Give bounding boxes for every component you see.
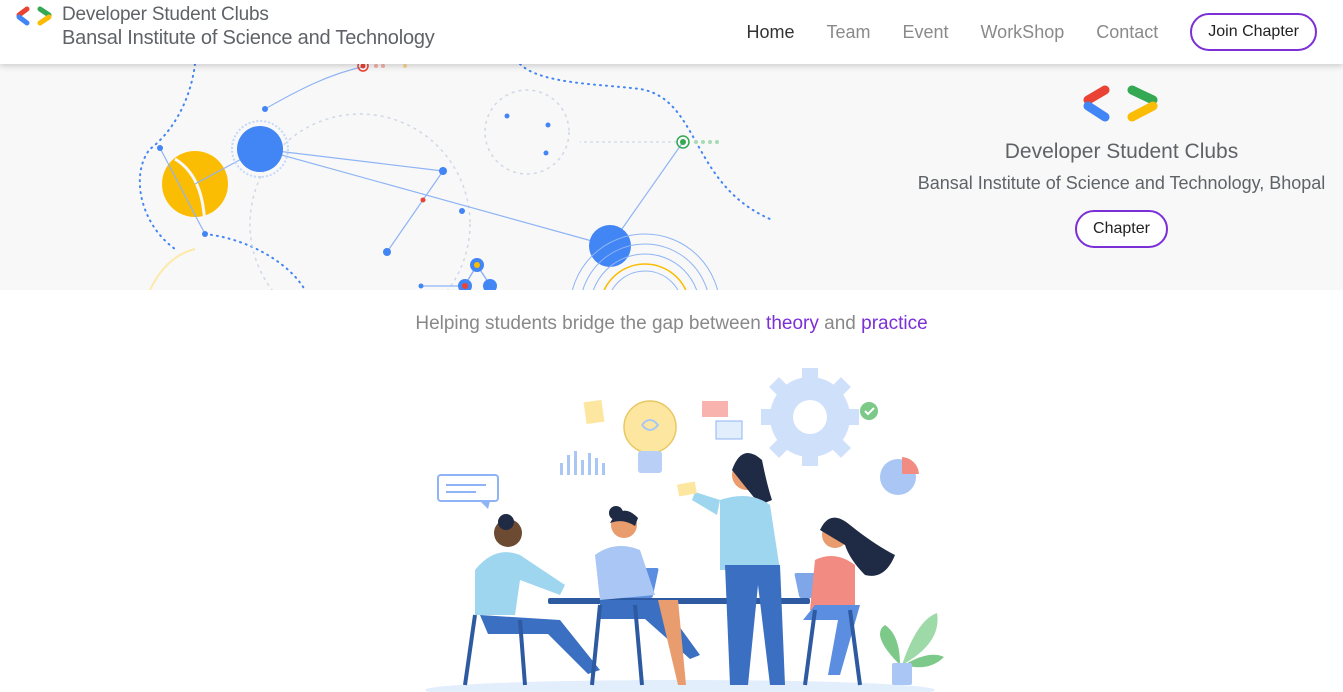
gear-icon [761,368,859,466]
dsc-logo-large-icon [1083,85,1157,122]
network-illustration [138,64,771,290]
document-icon [715,420,743,440]
hero-subtitle: Bansal Institute of Science and Technolo… [917,173,1326,193]
chat-bubble-icon [437,474,499,509]
person-illustration [803,517,895,686]
tagline-practice: practice [861,313,928,334]
brand-title: Developer Student Clubs [62,4,269,25]
brand[interactable]: Developer Student Clubs Bansal Institute… [16,4,435,50]
check-icon [860,402,878,420]
nav-workshop[interactable]: WorkShop [981,11,1065,53]
pie-chart-icon [880,457,919,495]
hero-title: Developer Student Clubs [1004,140,1239,163]
tagline: Helping students bridge the gap between … [0,313,1343,335]
join-chapter-button[interactable]: Join Chapter [1190,13,1317,51]
nav-team[interactable]: Team [826,11,870,53]
brand-subtitle: Bansal Institute of Science and Technolo… [62,27,435,49]
person-illustration [590,506,700,686]
message-icon [702,401,728,417]
dsc-logo-icon [16,6,52,26]
nav-event[interactable]: Event [902,11,948,53]
main-nav: Home Team Event WorkShop Contact Join Ch… [746,11,1317,53]
chapter-button[interactable]: Chapter [1075,210,1168,248]
nav-home[interactable]: Home [746,11,794,53]
nav-contact[interactable]: Contact [1096,11,1158,53]
tagline-theory: theory [766,313,819,334]
tagline-middle: and [818,313,862,334]
team-collaboration-illustration [425,368,944,692]
hero-info: Developer Student Clubs Bansal Institute… [900,84,1343,248]
tagline-prefix: Helping students bridge the gap between [415,313,767,334]
note-icon [583,399,605,425]
plant-icon [880,613,944,685]
bar-chart-icon [560,451,605,475]
top-navbar: Developer Student Clubs Bansal Institute… [0,0,1343,64]
lightbulb-icon [623,400,677,473]
hero-banner: Developer Student Clubs Bansal Institute… [0,64,1343,290]
